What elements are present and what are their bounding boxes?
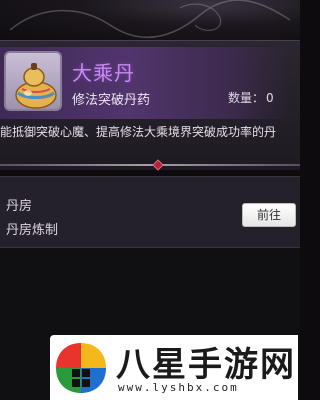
source-workshop-row: 丹房 丹房炼制 前往	[0, 176, 300, 248]
item-icon-frame	[4, 51, 62, 111]
gourd-pill-icon	[15, 63, 57, 109]
watermark-text: 八星手游网	[116, 345, 296, 385]
item-subtitle: 修法突破丹药	[72, 93, 151, 108]
item-description: 能抵御突破心魔、提高修法大乘境界突破成功率的丹	[0, 125, 277, 139]
quantity-value: 0	[266, 91, 274, 105]
workshop-description: 丹房炼制	[6, 223, 59, 238]
goto-button[interactable]: 前往	[242, 203, 296, 227]
divider-gem-icon	[152, 159, 164, 171]
item-name: 大乘丹	[72, 61, 135, 85]
item-detail-card: 大乘丹 修法突破丹药 数量： 0 能抵御突破心魔、提高修法大乘境界突破成功率的丹	[0, 40, 300, 171]
watermark-url: www.lyshbx.com	[118, 381, 239, 394]
site-watermark: 八星手游网 www.lyshbx.com	[50, 335, 298, 400]
quantity-label: 数量：	[228, 91, 265, 105]
watermark-logo-icon	[56, 343, 106, 393]
item-quantity: 数量： 0	[228, 89, 276, 106]
divider-line	[0, 164, 300, 166]
workshop-title: 丹房	[6, 199, 33, 214]
swirl-ornament	[9, 0, 291, 38]
